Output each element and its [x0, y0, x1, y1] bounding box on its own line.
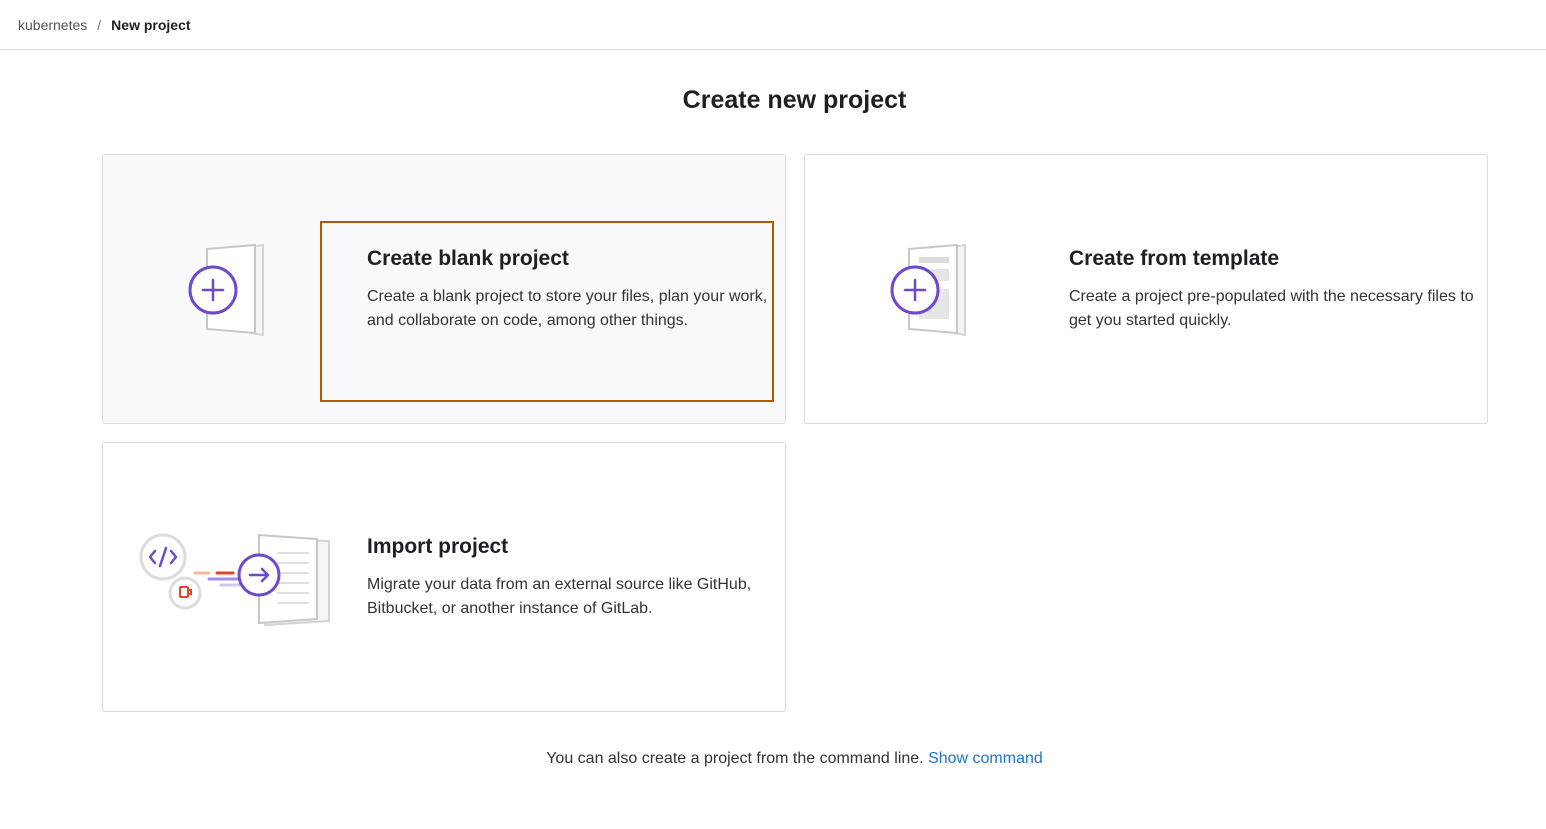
template-project-icon [887, 243, 987, 344]
import-project-card[interactable]: Import project Migrate your data from an… [102, 442, 786, 712]
card-description: Create a blank project to store your fil… [367, 288, 768, 329]
breadcrumb-parent-link[interactable]: kubernetes [18, 17, 87, 33]
card-description: Create a project pre-populated with the … [1069, 288, 1474, 329]
card-description: Migrate your data from an external sourc… [367, 576, 752, 617]
create-from-template-card[interactable]: Create from template Create a project pr… [804, 154, 1488, 424]
command-line-note: You can also create a project from the c… [0, 750, 1546, 768]
breadcrumb: kubernetes / New project [0, 0, 1546, 50]
command-line-note-text: You can also create a project from the c… [546, 750, 924, 767]
show-command-link[interactable]: Show command [928, 750, 1043, 767]
card-title: Create blank project [367, 247, 569, 270]
blank-project-icon [185, 243, 285, 344]
card-title: Create from template [1069, 247, 1280, 270]
create-blank-project-card[interactable]: Create blank project Create a blank proj… [102, 154, 786, 424]
breadcrumb-current: New project [111, 16, 191, 33]
page-title: Create new project [682, 86, 907, 114]
breadcrumb-separator: / [97, 16, 102, 33]
import-project-icon [137, 529, 333, 634]
card-title: Import project [367, 535, 509, 558]
